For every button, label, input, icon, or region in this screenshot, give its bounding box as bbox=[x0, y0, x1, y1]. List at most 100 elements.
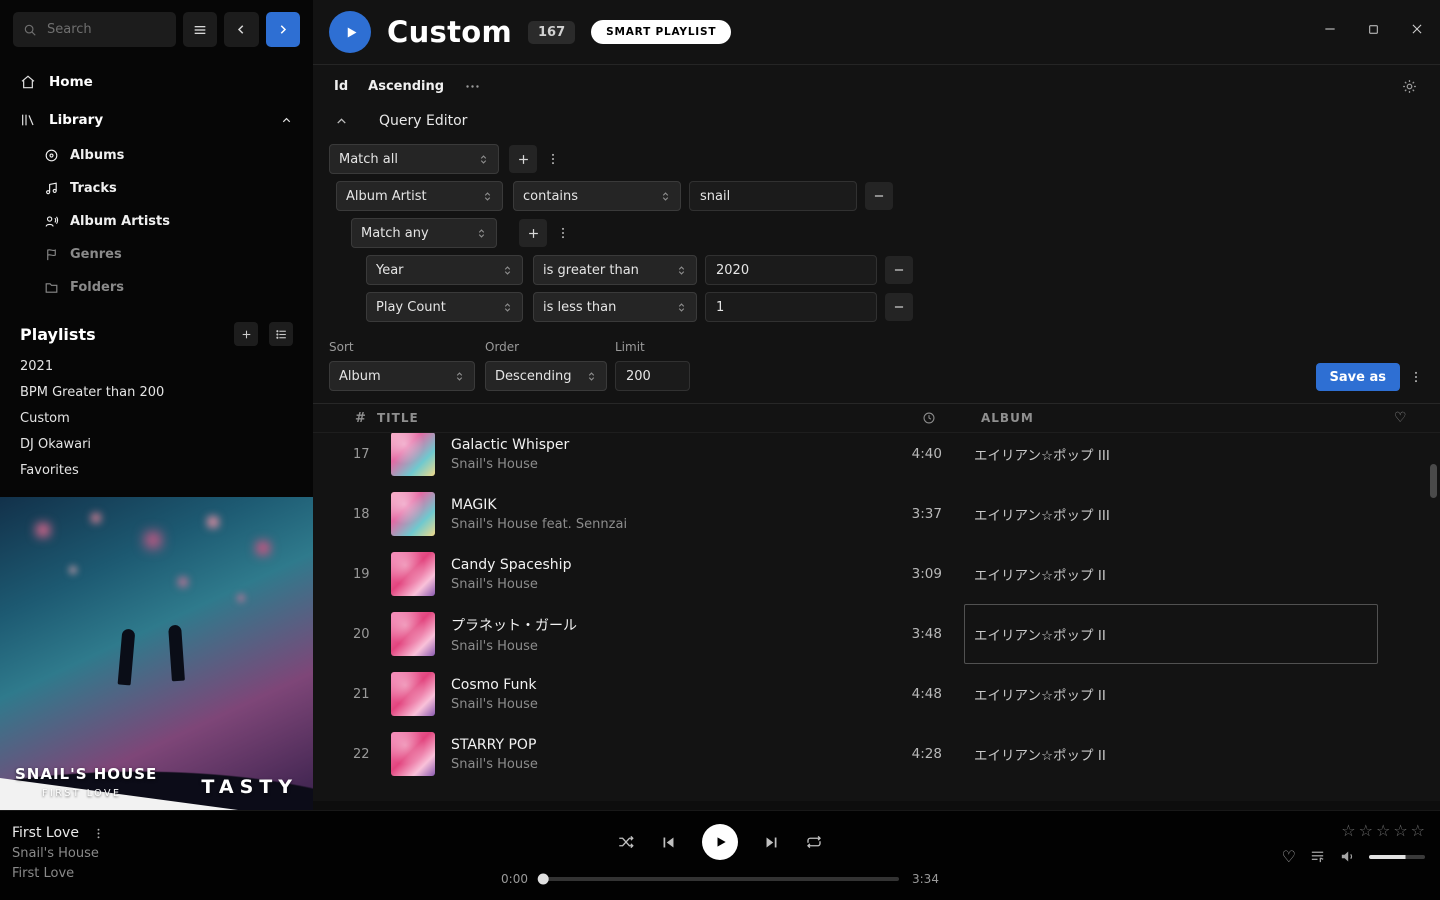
limit-input[interactable] bbox=[615, 361, 690, 391]
close-button[interactable] bbox=[1410, 22, 1424, 36]
add-rule-button[interactable] bbox=[509, 145, 537, 173]
sort-select[interactable]: Album bbox=[329, 361, 475, 391]
root-match-select[interactable]: Match all bbox=[329, 144, 499, 174]
playlist-item[interactable]: 2021 bbox=[0, 354, 313, 380]
progress-thumb[interactable] bbox=[538, 874, 549, 885]
rule-value-input[interactable] bbox=[705, 292, 877, 322]
sidebar-item-folders[interactable]: Folders bbox=[0, 271, 313, 304]
playlist-item[interactable]: Favorites bbox=[0, 458, 313, 484]
now-playing-album-art[interactable]: SNAIL'S HOUSE FIRST LOVE TASTY bbox=[0, 497, 313, 810]
track-album-cell[interactable]: エイリアン☆ポップ III bbox=[964, 484, 1378, 544]
play-pause-button[interactable] bbox=[702, 824, 738, 860]
volume-slider[interactable] bbox=[1369, 855, 1425, 859]
rule-field-select[interactable]: Year bbox=[366, 255, 523, 285]
group-match-select[interactable]: Match any bbox=[351, 218, 497, 248]
nav-forward-button[interactable] bbox=[266, 12, 300, 47]
rule-group-menu-button[interactable] bbox=[545, 145, 561, 173]
save-as-button[interactable]: Save as bbox=[1316, 363, 1400, 391]
track-title[interactable]: Candy Spaceship bbox=[451, 557, 862, 573]
column-number[interactable]: # bbox=[313, 411, 377, 426]
playlist-list-button[interactable] bbox=[269, 322, 293, 346]
sidebar-item-tracks[interactable]: Tracks bbox=[0, 172, 313, 205]
remove-rule-button[interactable] bbox=[865, 182, 893, 210]
track-artist[interactable]: Snail's House bbox=[451, 757, 862, 772]
rule-value-input[interactable] bbox=[705, 255, 877, 285]
chevron-up-icon[interactable] bbox=[280, 114, 293, 127]
track-title[interactable]: STARRY POP bbox=[451, 737, 862, 753]
track-row[interactable]: 17 Galactic Whisper Snail's House 4:40 エ… bbox=[313, 433, 1440, 484]
duration-column-clock-icon[interactable] bbox=[862, 411, 942, 425]
horizontal-scrollbar[interactable] bbox=[313, 801, 1440, 810]
star-icon[interactable]: ☆ bbox=[1341, 823, 1355, 839]
sort-field-button[interactable]: Id bbox=[334, 79, 348, 94]
column-album[interactable]: ALBUM bbox=[973, 411, 1394, 425]
track-album-art[interactable] bbox=[391, 492, 435, 536]
track-album-cell[interactable]: エイリアン☆ポップ II bbox=[964, 724, 1378, 784]
more-options-icon[interactable] bbox=[464, 78, 481, 95]
sort-order-button[interactable]: Ascending bbox=[368, 79, 444, 94]
menu-button[interactable] bbox=[183, 12, 217, 47]
add-playlist-button[interactable] bbox=[234, 322, 258, 346]
track-title[interactable]: プラネット・ガール bbox=[451, 615, 862, 635]
sidebar-item-home[interactable]: Home bbox=[0, 63, 313, 101]
sidebar-item-genres[interactable]: Genres bbox=[0, 238, 313, 271]
rule-value-input[interactable] bbox=[689, 181, 857, 211]
rule-field-select[interactable]: Play Count bbox=[366, 292, 523, 322]
playlist-item[interactable]: BPM Greater than 200 bbox=[0, 380, 313, 406]
star-icon[interactable]: ☆ bbox=[1376, 823, 1390, 839]
search-input[interactable] bbox=[45, 21, 166, 38]
track-album-cell[interactable]: エイリアン☆ポップ II bbox=[964, 604, 1378, 664]
now-playing-artist[interactable]: Snail's House bbox=[12, 846, 107, 861]
track-row[interactable]: 19 Candy Spaceship Snail's House 3:09 エイ… bbox=[313, 544, 1440, 604]
track-artist[interactable]: Snail's House bbox=[451, 577, 862, 592]
add-group-rule-button[interactable] bbox=[519, 219, 547, 247]
track-title[interactable]: MAGIK bbox=[451, 497, 862, 513]
playlist-item[interactable]: DJ Okawari bbox=[0, 432, 313, 458]
rule-operator-select[interactable]: is greater than bbox=[533, 255, 697, 285]
track-artist[interactable]: Snail's House bbox=[451, 457, 862, 472]
track-album-art[interactable] bbox=[391, 552, 435, 596]
next-track-icon[interactable] bbox=[763, 834, 780, 851]
group-menu-button[interactable] bbox=[555, 219, 571, 247]
track-album-art[interactable] bbox=[391, 732, 435, 776]
vertical-scrollbar[interactable] bbox=[1430, 464, 1437, 498]
track-album-art[interactable] bbox=[391, 433, 435, 476]
star-icon[interactable]: ☆ bbox=[1359, 823, 1373, 839]
track-title[interactable]: Galactic Whisper bbox=[451, 437, 862, 453]
search-box[interactable] bbox=[13, 12, 176, 47]
minimize-button[interactable] bbox=[1323, 22, 1337, 36]
now-playing-menu-button[interactable] bbox=[91, 825, 107, 841]
favorite-column-heart-icon[interactable]: ♡ bbox=[1394, 410, 1440, 426]
progress-bar[interactable] bbox=[541, 877, 899, 881]
track-title[interactable]: Cosmo Funk bbox=[451, 677, 862, 693]
now-playing-album[interactable]: First Love bbox=[12, 866, 107, 881]
shuffle-icon[interactable] bbox=[617, 833, 635, 851]
track-row[interactable]: 21 Cosmo Funk Snail's House 4:48 エイリアン☆ポ… bbox=[313, 664, 1440, 724]
star-icon[interactable]: ☆ bbox=[1411, 823, 1425, 839]
rule-operator-select[interactable]: is less than bbox=[533, 292, 697, 322]
track-album-cell[interactable]: エイリアン☆ポップ II bbox=[964, 664, 1378, 724]
track-album-cell[interactable]: エイリアン☆ポップ II bbox=[964, 544, 1378, 604]
maximize-button[interactable] bbox=[1367, 22, 1380, 36]
previous-track-icon[interactable] bbox=[660, 834, 677, 851]
column-title[interactable]: TITLE bbox=[377, 411, 862, 425]
track-artist[interactable]: Snail's House bbox=[451, 639, 862, 654]
track-row[interactable]: 22 STARRY POP Snail's House 4:28 エイリアン☆ポ… bbox=[313, 724, 1440, 784]
order-select[interactable]: Descending bbox=[485, 361, 607, 391]
gear-icon[interactable] bbox=[1401, 78, 1418, 95]
rule-field-select[interactable]: Album Artist bbox=[336, 181, 503, 211]
volume-icon[interactable] bbox=[1339, 848, 1356, 865]
track-album-art[interactable] bbox=[391, 612, 435, 656]
sidebar-item-albums[interactable]: Albums bbox=[0, 139, 313, 172]
remove-rule-button[interactable] bbox=[885, 256, 913, 284]
repeat-icon[interactable] bbox=[805, 833, 823, 851]
favorite-heart-icon[interactable]: ♡ bbox=[1282, 849, 1296, 865]
track-row[interactable]: 20 プラネット・ガール Snail's House 3:48 エイリアン☆ポッ… bbox=[313, 604, 1440, 664]
star-icon[interactable]: ☆ bbox=[1393, 823, 1407, 839]
play-playlist-button[interactable] bbox=[329, 11, 371, 53]
track-album-art[interactable] bbox=[391, 672, 435, 716]
queue-icon[interactable] bbox=[1309, 848, 1326, 865]
nav-back-button[interactable] bbox=[224, 12, 258, 47]
playlist-item[interactable]: Custom bbox=[0, 406, 313, 432]
track-row[interactable]: 18 MAGIK Snail's House feat. Sennzai 3:3… bbox=[313, 484, 1440, 544]
